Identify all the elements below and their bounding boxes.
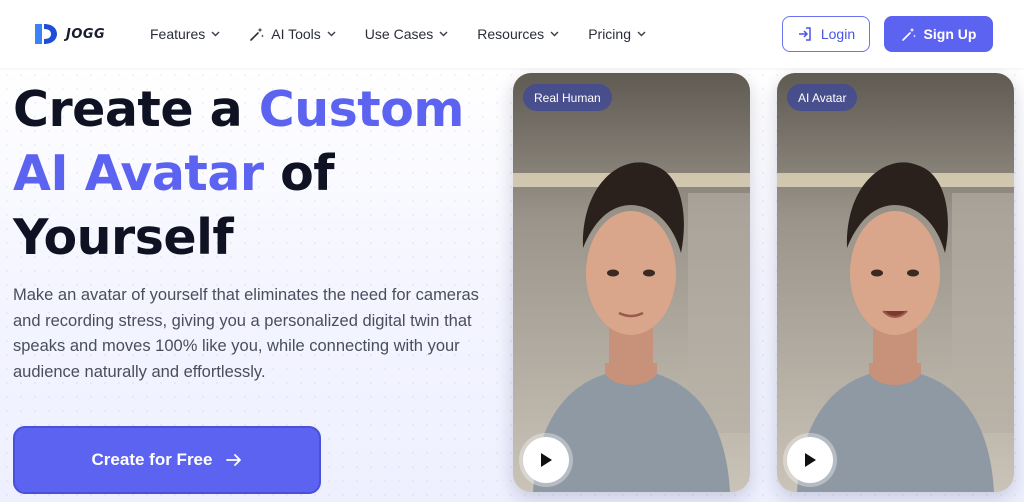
brand-logo[interactable]: JOGG [32,20,105,48]
login-label: Login [820,26,856,42]
cta-label: Create for Free [91,450,213,469]
chevron-down-icon [439,31,448,37]
main-nav: Features AI Tools Use Cases Resources Pr… [150,22,675,46]
video-card-real-human[interactable]: Real Human [513,73,750,492]
site-header: JOGG Features AI Tools Use Cases Resourc… [0,0,1024,68]
nav-item-label: AI Tools [271,26,321,42]
hero-description: Make an avatar of yourself that eliminat… [13,286,479,381]
portrait-video-thumbnail [513,73,750,492]
video-card-ai-avatar[interactable]: AI Avatar [777,73,1014,492]
headline-highlight: AI Avatar [13,145,264,202]
nav-item-label: Use Cases [364,26,434,42]
play-icon [805,453,816,467]
jogg-logo-icon [35,24,57,44]
nav-item-use-cases[interactable]: Use Cases [365,26,448,42]
nav-item-ai-tools[interactable]: AI Tools [249,26,336,42]
nav-item-features[interactable]: Features [150,26,220,42]
headline-highlight: Custom [258,81,465,138]
nav-item-pricing[interactable]: Pricing [588,26,646,42]
chevron-down-icon [550,31,559,37]
headline-text: Yourself [13,209,234,266]
portrait-video-thumbnail [777,73,1014,492]
headline-text: of [263,145,335,202]
chevron-down-icon [211,31,220,37]
magic-wand-icon [250,27,265,41]
real-human-badge: Real Human [523,84,612,111]
play-button[interactable] [787,437,833,483]
nav-item-resources[interactable]: Resources [477,26,559,42]
login-button[interactable]: Login [782,16,870,52]
nav-item-label: Resources [477,26,545,42]
arrow-right-icon [226,454,242,466]
ai-avatar-badge: AI Avatar [787,84,858,111]
create-for-free-button[interactable]: Create for Free [13,426,321,494]
sign-up-button[interactable]: Sign Up [884,16,993,52]
brand-name: JOGG [66,26,106,42]
magic-wand-icon [901,27,916,41]
play-button[interactable] [523,437,569,483]
play-icon [541,453,552,467]
headline-text: Create a [13,81,259,138]
sign-up-label: Sign Up [923,26,977,42]
chevron-down-icon [327,31,336,37]
login-icon [798,27,811,41]
hero-headline: Create a Custom AI Avatar of Yourself [13,78,493,270]
chevron-down-icon [637,31,646,37]
nav-item-label: Pricing [588,26,631,42]
nav-item-label: Features [150,26,206,42]
